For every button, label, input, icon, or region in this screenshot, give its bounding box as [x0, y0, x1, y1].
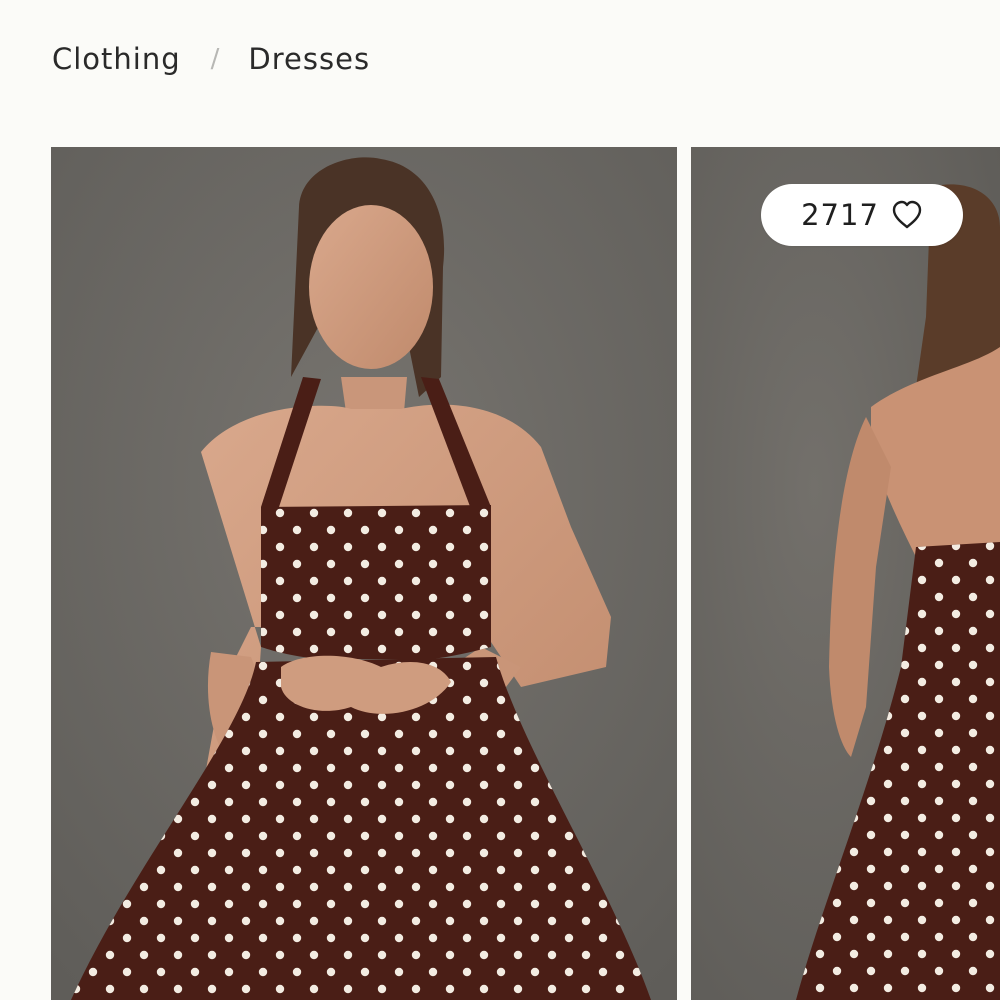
breadcrumb-clothing[interactable]: Clothing — [52, 42, 181, 76]
product-image-front[interactable] — [51, 147, 677, 1000]
product-image-gallery — [51, 147, 1000, 1000]
breadcrumb-separator: / — [210, 44, 221, 74]
product-page: Clothing / Dresses 2717 — [0, 0, 1000, 1000]
breadcrumb: Clothing / Dresses — [52, 42, 370, 76]
likes-button[interactable]: 2717 — [761, 184, 963, 246]
likes-count: 2717 — [801, 198, 879, 232]
breadcrumb-dresses[interactable]: Dresses — [248, 42, 370, 76]
heart-outline-icon — [892, 200, 922, 229]
product-image-back[interactable] — [691, 147, 1000, 1000]
